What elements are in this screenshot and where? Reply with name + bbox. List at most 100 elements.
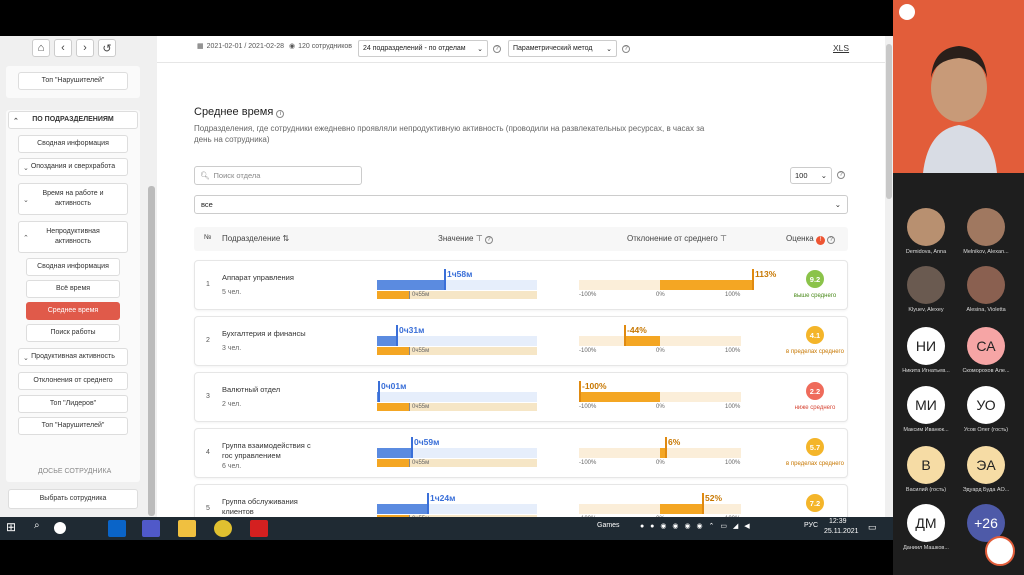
tray-language[interactable]: РУС (804, 522, 818, 529)
taskbar-games[interactable]: Games (597, 522, 620, 529)
page-title: Среднее время i (194, 106, 285, 118)
value-label: 1ч58м (447, 269, 473, 279)
choose-employee-button[interactable]: Выбрать сотрудника (8, 489, 138, 509)
sidebar-item-productive[interactable]: ⌄ Продуктивная активность (18, 348, 128, 366)
deviation-bar (660, 280, 752, 290)
sidebar-subitem-job-search[interactable]: Поиск работы (26, 324, 120, 342)
table-row[interactable]: 2 Бухгалтерия и финансы 3 чел. 0ч31м 0ч55м -4… (194, 316, 848, 366)
deviation-tick-label: -100% (579, 292, 597, 298)
sidebar-scrollbar[interactable] (148, 186, 155, 516)
table-row[interactable]: 4 Группа взаимодействия с гос управлением… (194, 428, 848, 478)
pdf-icon[interactable] (250, 520, 268, 537)
teams-icon[interactable] (142, 520, 160, 537)
windows-start-icon[interactable]: ⊞ (6, 520, 24, 537)
participant-avatar: ДМ (907, 504, 945, 542)
back-icon[interactable]: ‹ (54, 39, 72, 57)
average-bar (377, 347, 409, 355)
explorer-icon[interactable] (178, 520, 196, 537)
filter-icon: ⊤ (475, 234, 483, 243)
notification-icon[interactable]: ▭ (868, 522, 877, 533)
search-icon[interactable]: ⌕ (34, 520, 52, 537)
page-scrollbar-thumb[interactable] (886, 44, 892, 199)
employee-count-text: 120 сотрудников (298, 42, 352, 50)
participant-tile[interactable]: СА Скоморохов Але... (956, 327, 1016, 374)
value-marker (378, 381, 380, 402)
group-select[interactable]: 24 подразделений - по отделам ⌄ (358, 40, 488, 57)
participant-tile[interactable]: Demidova, Anna (896, 208, 956, 255)
participant-tile[interactable]: В Василий (гость) (896, 446, 956, 493)
sidebar-item-summary[interactable]: Сводная информация (18, 135, 128, 153)
sidebar-item-top-leaders[interactable]: Топ "Лидеров" (18, 395, 128, 413)
participant-avatar: СА (967, 327, 1005, 365)
sidebar-item-unproductive[interactable]: ⌃ Непродуктивная активность (18, 221, 128, 253)
method-select[interactable]: Параметрический метод ⌄ (508, 40, 617, 57)
help-icon[interactable]: ? (837, 171, 845, 179)
chevron-down-icon: ⌄ (606, 45, 612, 53)
employee-count: ◉ 120 сотрудников (289, 42, 352, 51)
participant-tile[interactable]: УО Усов Олег (гость) (956, 386, 1016, 433)
sidebar-item-deviations[interactable]: Отклонения от среднего (18, 372, 128, 390)
table-row[interactable]: 1 Аппарат управления 5 чел. 1ч58м 0ч55м 113% -… (194, 260, 848, 310)
undo-icon[interactable]: ↺ (98, 39, 116, 57)
participant-name: Максим Иванюк... (903, 427, 949, 433)
header-value[interactable]: Значение ⊤ ? (438, 234, 493, 244)
participant-tile[interactable]: Melnikov, Alexan... (956, 208, 1016, 255)
participant-tile[interactable]: МИ Максим Иванюк... (896, 386, 956, 433)
department-name: Группа обслуживания клиентов (222, 497, 298, 516)
deviation-tick-label: 100% (725, 348, 741, 354)
score-label: выше среднего (793, 293, 837, 299)
department-search-input[interactable]: 🔍︎ Поиск отдела (194, 166, 362, 185)
chevron-down-icon: ⌄ (834, 200, 841, 209)
participant-name: Скоморохов Але... (962, 368, 1010, 374)
deviation-bar-track (579, 336, 741, 346)
chrome-icon[interactable] (54, 522, 66, 534)
department-name: Аппарат управления (222, 273, 294, 282)
help-icon[interactable]: ? (493, 45, 501, 53)
outlook-icon[interactable] (108, 520, 126, 537)
participant-name: Никита Игнатьев... (902, 368, 950, 374)
tray-icons[interactable]: ● ● ◉ ◉ ◉ ◉ ⌃ ▭ ◢ ◀ (640, 522, 752, 530)
sidebar-item-top-violators[interactable]: Топ "Нарушителей" (18, 72, 128, 90)
home-icon[interactable]: ⌂ (32, 39, 50, 57)
sidebar-subitem-all-time[interactable]: Всё время (26, 280, 120, 298)
chrome-window-icon[interactable] (214, 520, 232, 537)
value-bar-track (377, 336, 537, 346)
header-deviation[interactable]: Отклонение от среднего ⊤ (627, 234, 727, 243)
header-score[interactable]: Оценка ! ? (786, 234, 836, 245)
deviation-label: 113% (755, 269, 777, 279)
deviation-marker (665, 437, 667, 458)
method-select-value: Параметрический метод (513, 45, 593, 52)
deviation-label: 6% (668, 437, 681, 447)
department-filter-select[interactable]: все ⌄ (194, 195, 848, 214)
search-placeholder: Поиск отдела (213, 171, 261, 180)
sidebar-item-top-violators-2[interactable]: Топ "Нарушителей" (18, 417, 128, 435)
table-row[interactable]: 3 Валютный отдел 2 чел. 0ч01м 0ч55м -100% -100… (194, 372, 848, 422)
participant-tile[interactable]: ЭА Эдуард Буда АО... (956, 446, 1016, 493)
sidebar-subitem-average-time[interactable]: Среднее время (26, 302, 120, 320)
header-department[interactable]: Подразделение ⇅ (222, 234, 289, 243)
date-range[interactable]: ▦ 2021-02-01 / 2021-02-28 (197, 42, 284, 51)
sidebar-item-worktime[interactable]: ⌄ Время на работе и активность (18, 183, 128, 215)
per-page-select[interactable]: 100 ⌄ (790, 167, 832, 184)
deviation-tick-label: 100% (725, 460, 741, 466)
deviation-bar (660, 504, 702, 514)
user-icon: ◉ (289, 43, 296, 50)
forward-icon[interactable]: › (76, 39, 94, 57)
sidebar-item-lateness[interactable]: ⌄ Опоздания и сверхработа (18, 158, 128, 176)
participant-tile[interactable]: НИ Никита Игнатьев... (896, 327, 956, 374)
info-icon[interactable]: i (276, 110, 285, 118)
participant-tile[interactable]: Klyuev, Alexey (896, 266, 956, 313)
deviation-label: 52% (705, 493, 723, 503)
sidebar-subitem-summary[interactable]: Сводная информация (26, 258, 120, 276)
deviation-marker (702, 493, 704, 514)
sidebar-section-label: ПО ПОДРАЗДЕЛЕНИЯМ (32, 116, 114, 124)
row-number: 3 (206, 393, 210, 400)
participant-tile[interactable]: +26 (956, 504, 1016, 542)
row-number: 5 (206, 505, 210, 512)
participant-tile[interactable]: Alesina, Violetta (956, 266, 1016, 313)
help-icon[interactable]: ? (622, 45, 630, 53)
participant-name: Эдуард Буда АО... (962, 487, 1010, 493)
sidebar-section-title[interactable]: ⌃ ПО ПОДРАЗДЕЛЕНИЯМ (8, 111, 138, 129)
xls-export-link[interactable]: XLS (833, 43, 849, 53)
participant-tile[interactable]: ДМ Даниил Машков... (896, 504, 956, 551)
